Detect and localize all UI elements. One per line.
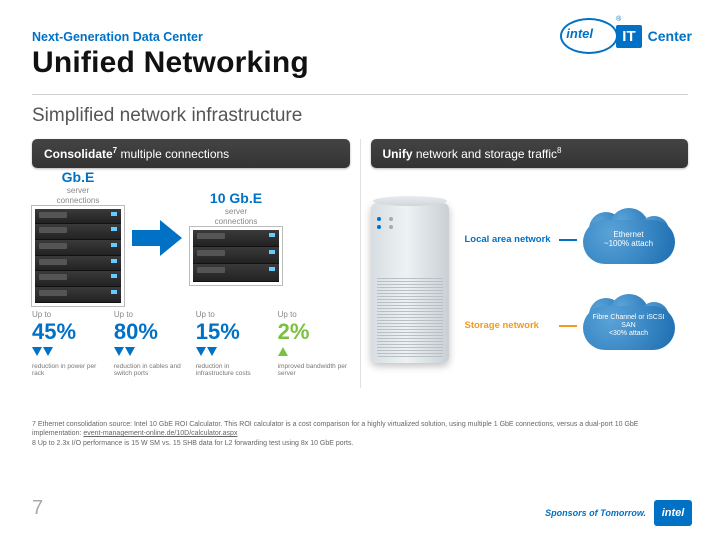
right-pill-bold: Unify — [383, 147, 413, 161]
divider — [32, 94, 688, 95]
storage-row: Storage network Fibre Channel or iSCSI S… — [465, 298, 689, 354]
center-label: Center — [648, 28, 692, 44]
gbe-left-label: Gb.E server connections — [32, 170, 124, 205]
stats-row: Up to 45% reduction in power per rack Up… — [32, 310, 350, 378]
fn7-num: 7 — [32, 421, 36, 428]
consolidate-diagram: Gb.E server connections 10 Gb.E server c… — [32, 178, 350, 298]
page-number: 7 — [32, 497, 43, 520]
stat-1: Up to 80% reduction in cables and switch… — [114, 310, 186, 378]
fn7-link: event-management-online.de/10D/calculato… — [83, 430, 237, 437]
left-pill-rest: multiple connections — [117, 147, 229, 161]
server-tower-icon — [371, 203, 449, 363]
intel-oval-logo: intel ® — [560, 18, 618, 54]
left-pill-bold: Consolidate — [44, 147, 113, 161]
unify-diagram: Local area network Ethernet ~100% attach… — [371, 178, 689, 388]
cloud-ethernet: Ethernet ~100% attach — [583, 212, 675, 268]
arrow-right-icon — [132, 218, 182, 258]
stat-3: Up to 2% improved bandwidth per server — [278, 310, 350, 378]
fn8-text: Up to 2.3x I/O performance is 15 W SM vs… — [38, 440, 354, 447]
cloud-storage: Fibre Channel or iSCSI SAN <30% attach — [583, 298, 675, 354]
server-stack-10gbe — [190, 227, 282, 285]
right-pill: Unify network and storage traffic8 — [371, 139, 689, 168]
intel-square-logo: intel — [654, 500, 692, 526]
sponsor-text: Sponsors of Tomorrow. — [545, 508, 646, 518]
brand-logo-top: intel ® IT Center — [560, 18, 692, 54]
lan-row: Local area network Ethernet ~100% attach — [465, 212, 689, 268]
left-column: Consolidate7 multiple connections Gb.E s… — [32, 139, 361, 388]
server-stack-1gbe — [32, 206, 124, 306]
footer-brand: Sponsors of Tomorrow. intel — [545, 500, 692, 526]
right-column: Unify network and storage traffic8 Local… — [361, 139, 689, 388]
stat-2: Up to 15% reduction in infrastructure co… — [196, 310, 268, 378]
right-pill-sup: 8 — [557, 146, 561, 155]
footnotes: 7 Ethernet consolidation source: Intel 1… — [32, 420, 688, 448]
right-pill-rest: network and storage traffic — [413, 147, 558, 161]
gbe-right-label: 10 Gb.E server connections — [190, 191, 282, 226]
left-pill: Consolidate7 multiple connections — [32, 139, 350, 168]
subtitle: Simplified network infrastructure — [32, 105, 688, 127]
it-badge: IT — [616, 25, 641, 48]
fn8-num: 8 — [32, 440, 36, 447]
stat-0: Up to 45% reduction in power per rack — [32, 310, 104, 378]
